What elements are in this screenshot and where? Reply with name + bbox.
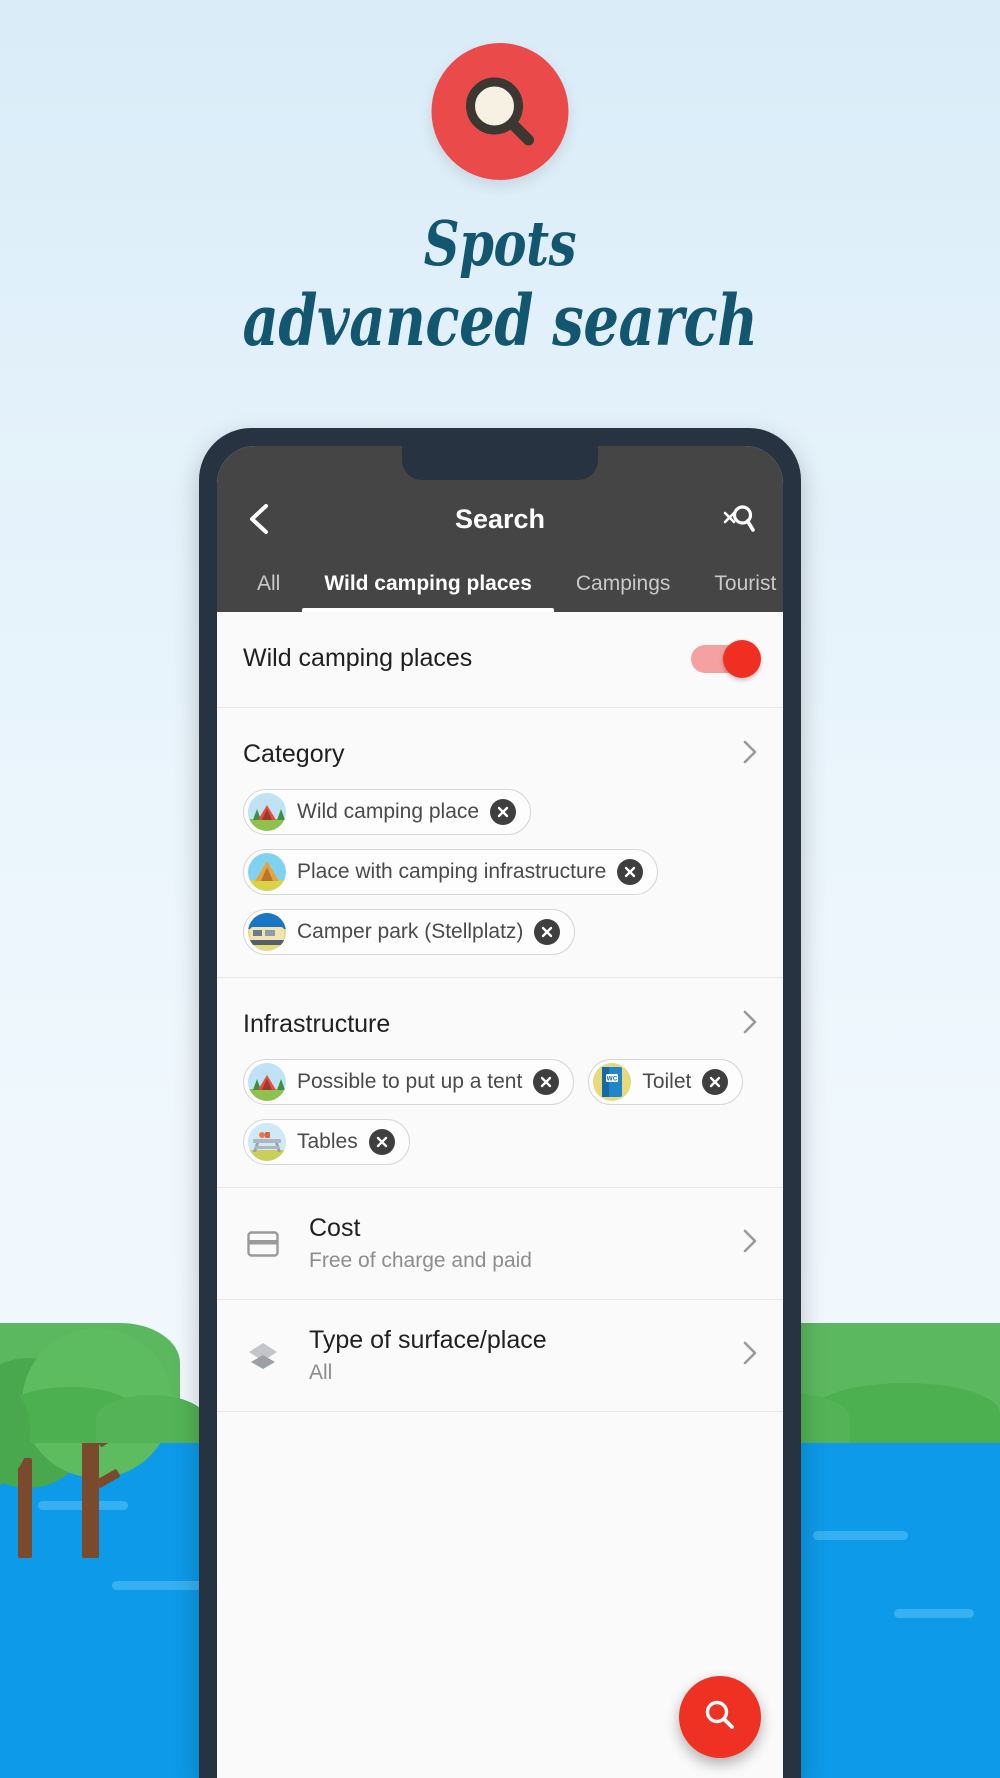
row-cost[interactable]: Cost Free of charge and paid: [217, 1188, 783, 1300]
page-title-line1: Spots: [423, 207, 577, 280]
chevron-left-icon[interactable]: [239, 499, 279, 539]
page-title: Spots advanced search: [0, 212, 1000, 357]
infrastructure-chip-list: Possible to put up a tent WC Toilet Tabl…: [243, 1059, 757, 1165]
chip-possible-to-put-up-a-tent[interactable]: Possible to put up a tent: [243, 1059, 575, 1105]
credit-card-icon: [243, 1230, 283, 1257]
search-fab[interactable]: [679, 1676, 761, 1758]
bush-left: [0, 1387, 140, 1443]
page-title-line2: advanced search: [242, 279, 758, 363]
water-dash: [894, 1609, 974, 1618]
wild-camping-toggle-row[interactable]: Wild camping places: [217, 612, 783, 708]
chip-place-with-camping-infrastructure[interactable]: Place with camping infrastructure: [243, 849, 659, 895]
chip-wild-camping-place[interactable]: Wild camping place: [243, 789, 532, 835]
svg-text:WC: WC: [607, 1076, 618, 1083]
chevron-right-icon[interactable]: [743, 740, 757, 769]
water-dash: [813, 1531, 908, 1540]
tab-bar: All Wild camping places Campings Tourist: [217, 550, 783, 612]
chip-tables[interactable]: Tables: [243, 1119, 410, 1165]
chip-label: Toilet: [642, 1070, 692, 1093]
camper-van-icon: [248, 913, 286, 951]
section-infrastructure: Infrastructure Possible to put up a tent…: [217, 978, 783, 1188]
layers-icon: [243, 1341, 283, 1371]
section-infrastructure-header[interactable]: Infrastructure: [243, 1004, 757, 1059]
tent-orange-icon: [248, 853, 286, 891]
ground-left: [0, 1323, 180, 1443]
row-cost-title: Cost: [309, 1214, 361, 1242]
chip-label: Possible to put up a tent: [297, 1070, 523, 1093]
section-category-header[interactable]: Category: [243, 734, 757, 789]
phone-screen: Search All Wild camping places Campings …: [217, 446, 783, 1778]
close-circle-icon[interactable]: [702, 1069, 729, 1095]
section-category-title: Category: [243, 740, 345, 768]
close-circle-icon[interactable]: [533, 1069, 560, 1095]
wild-camping-toggle-label: Wild camping places: [243, 644, 473, 672]
row-type-of-surface[interactable]: Type of surface/place All: [217, 1300, 783, 1412]
tab-wild-camping-places[interactable]: Wild camping places: [302, 572, 554, 612]
bush-right: [810, 1383, 1000, 1443]
wc-sign-icon: WC: [593, 1063, 632, 1101]
picnic-table-icon: [248, 1123, 286, 1161]
chip-label: Tables: [297, 1130, 358, 1153]
chip-label: Place with camping infrastructure: [297, 860, 607, 883]
tab-tourist[interactable]: Tourist: [692, 572, 783, 612]
water-dash: [38, 1501, 128, 1510]
chevron-right-icon[interactable]: [743, 1341, 757, 1370]
bush-left-2: [96, 1395, 206, 1443]
category-chip-list: Wild camping place Place with camping in…: [243, 789, 757, 955]
search-off-icon[interactable]: [717, 497, 761, 541]
row-type-title: Type of surface/place: [309, 1326, 547, 1354]
search-icon: [702, 1697, 738, 1738]
close-circle-icon[interactable]: [368, 1129, 395, 1155]
chevron-right-icon[interactable]: [743, 1229, 757, 1258]
section-category: Category Wild camping place Place with c…: [217, 708, 783, 978]
toggle-thumb: [723, 639, 761, 678]
tent-forest-icon: [248, 1063, 286, 1101]
chip-label: Wild camping place: [297, 800, 480, 823]
phone-mockup: Search All Wild camping places Campings …: [199, 428, 801, 1778]
wild-camping-toggle-switch[interactable]: [691, 639, 761, 678]
chevron-right-icon[interactable]: [743, 1010, 757, 1039]
chip-camper-park-stellplatz[interactable]: Camper park (Stellplatz): [243, 909, 576, 955]
phone-notch: [402, 446, 598, 480]
tab-campings[interactable]: Campings: [554, 572, 693, 612]
row-cost-subtitle: Free of charge and paid: [309, 1249, 532, 1272]
filter-content: Wild camping places Category Wild campin…: [217, 612, 783, 1412]
chip-label: Camper park (Stellplatz): [297, 920, 524, 943]
tent-forest-icon: [248, 793, 286, 831]
row-type-subtitle: All: [309, 1361, 333, 1384]
close-circle-icon[interactable]: [534, 919, 561, 945]
close-circle-icon[interactable]: [490, 799, 517, 825]
app-bar-title: Search: [454, 503, 546, 534]
tab-all[interactable]: All: [235, 572, 302, 612]
section-infrastructure-title: Infrastructure: [243, 1010, 391, 1038]
magnifier-icon: [431, 43, 569, 180]
chip-toilet[interactable]: WC Toilet: [588, 1059, 744, 1105]
water-dash: [112, 1581, 212, 1590]
close-circle-icon[interactable]: [617, 859, 644, 885]
